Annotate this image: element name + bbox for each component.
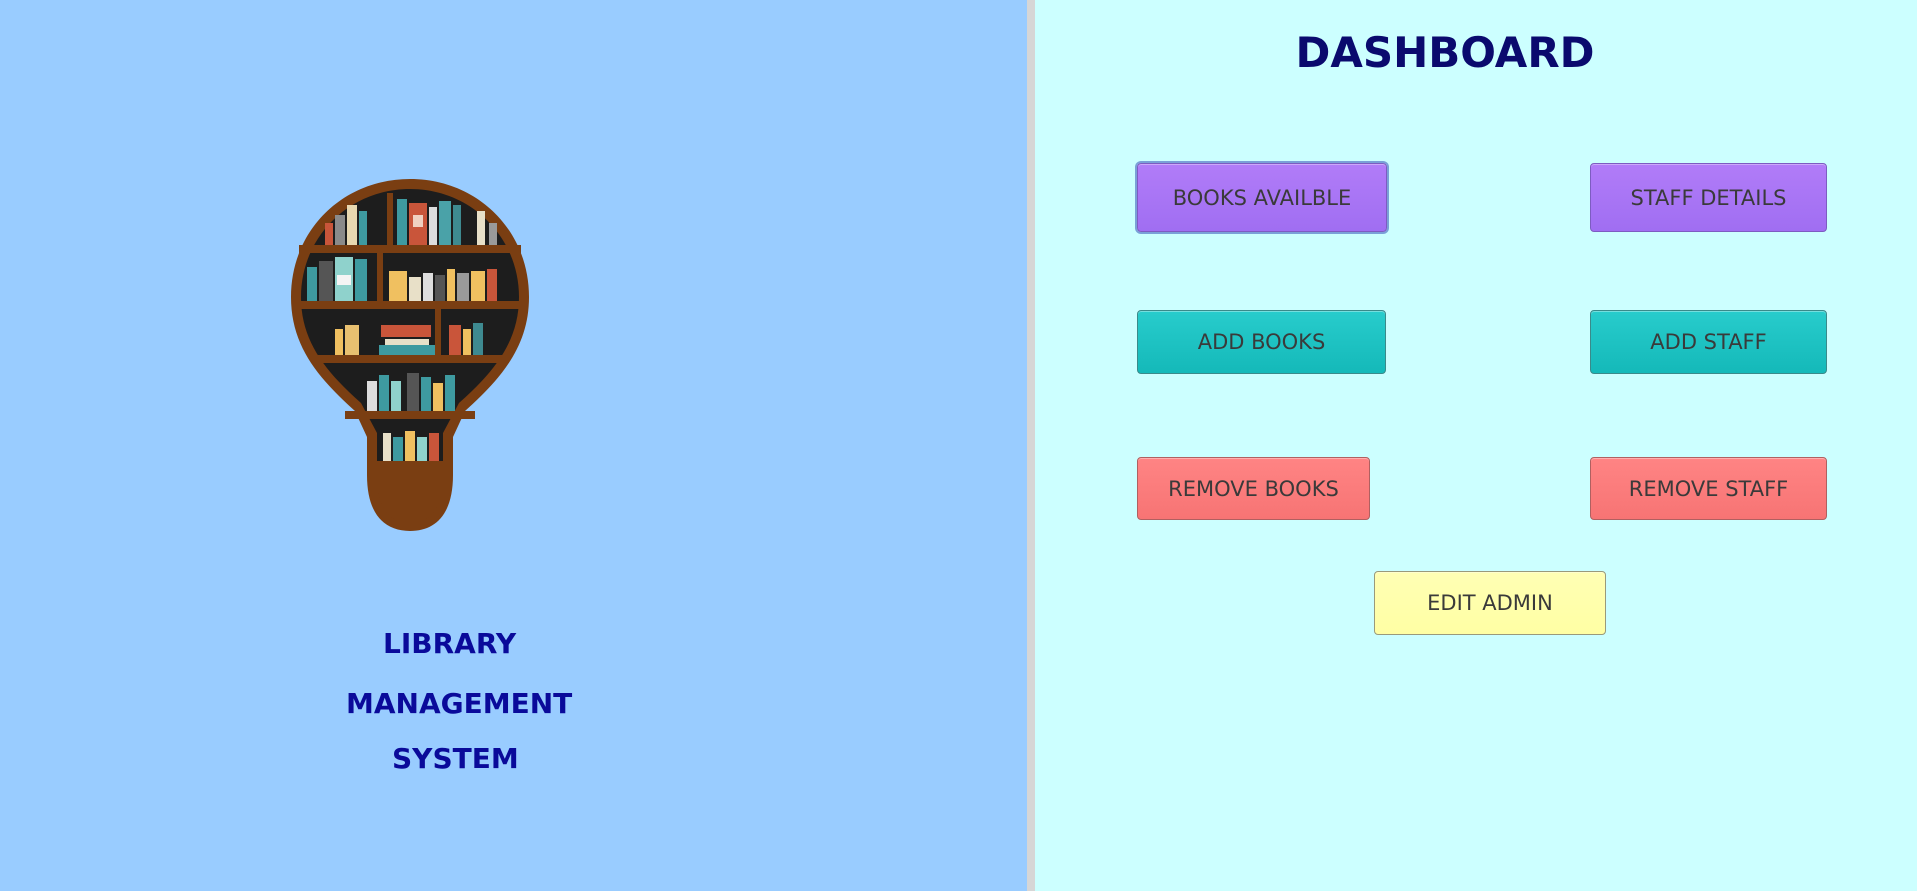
app-name-line-3: SYSTEM [392,742,519,775]
app-name-line-2: MANAGEMENT [346,687,573,720]
edit-admin-button[interactable]: EDIT ADMIN [1374,571,1606,635]
books-available-button[interactable]: BOOKS AVAILBLE [1137,163,1387,232]
panel-divider [1027,0,1035,891]
app-window: LIBRARY MANAGEMENT SYSTEM DASHBOARD BOOK… [0,0,1917,891]
add-books-button[interactable]: ADD BOOKS [1137,310,1386,374]
app-name-line-1: LIBRARY [383,627,517,660]
page-title: DASHBOARD [1295,28,1595,77]
remove-books-button[interactable]: REMOVE BOOKS [1137,457,1370,520]
dashboard-panel: DASHBOARD [1035,0,1917,891]
add-staff-button[interactable]: ADD STAFF [1590,310,1827,374]
branding-panel: LIBRARY MANAGEMENT SYSTEM [0,0,1027,891]
bookshelf-lightbulb-icon [291,179,529,531]
staff-details-button[interactable]: STAFF DETAILS [1590,163,1827,232]
remove-staff-button[interactable]: REMOVE STAFF [1590,457,1827,520]
